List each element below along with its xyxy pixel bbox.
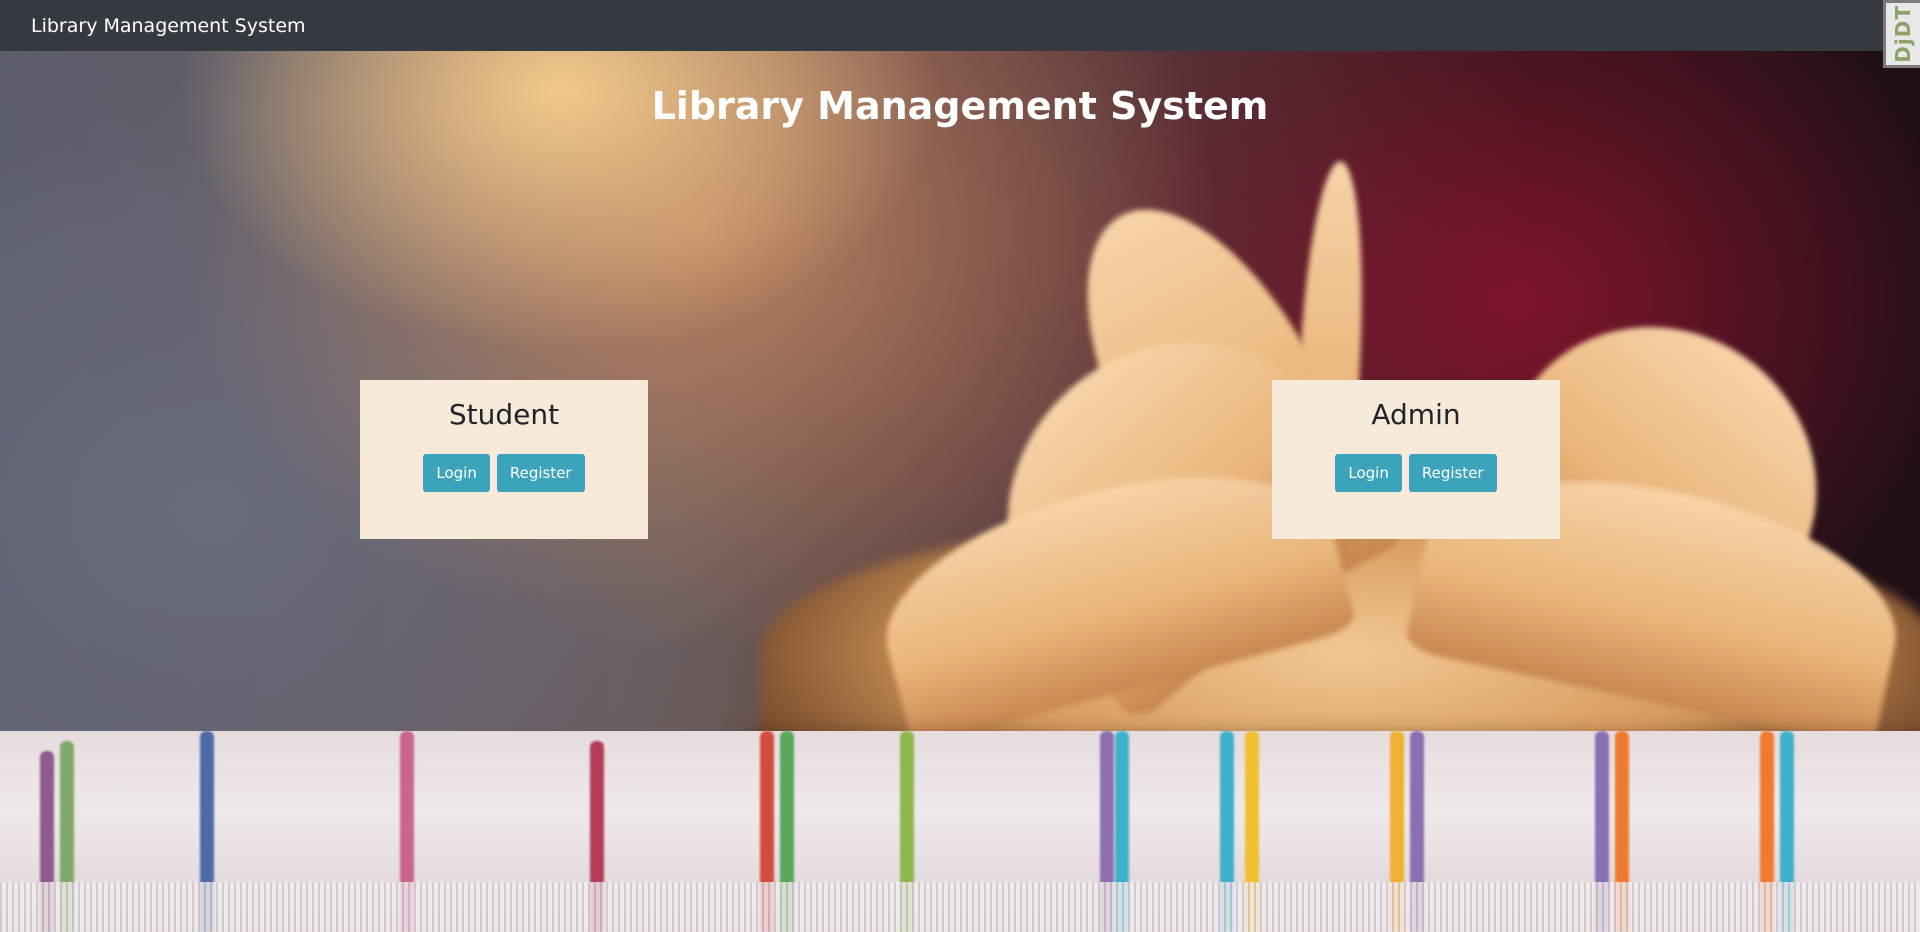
hero-background-image <box>0 51 1920 932</box>
student-login-button[interactable]: Login <box>423 453 490 492</box>
admin-card-actions: Login Register <box>1272 453 1560 492</box>
admin-card-title: Admin <box>1371 398 1461 431</box>
page-edges <box>0 882 1920 932</box>
book-spines-row <box>0 731 1920 932</box>
django-debug-toolbar-handle[interactable]: DjDT <box>1883 0 1920 68</box>
student-card-actions: Login Register <box>360 453 648 492</box>
student-card-title: Student <box>448 398 560 431</box>
navbar-brand-link[interactable]: Library Management System <box>31 15 306 37</box>
page-title: Library Management System <box>651 84 1269 128</box>
admin-login-button[interactable]: Login <box>1335 453 1402 492</box>
djdt-label: DjDT <box>1891 5 1915 63</box>
admin-register-button[interactable]: Register <box>1408 453 1497 492</box>
top-navbar: Library Management System <box>0 0 1920 51</box>
admin-card: Admin Login Register <box>1272 380 1560 539</box>
student-register-button[interactable]: Register <box>496 453 585 492</box>
student-card: Student Login Register <box>360 380 648 539</box>
